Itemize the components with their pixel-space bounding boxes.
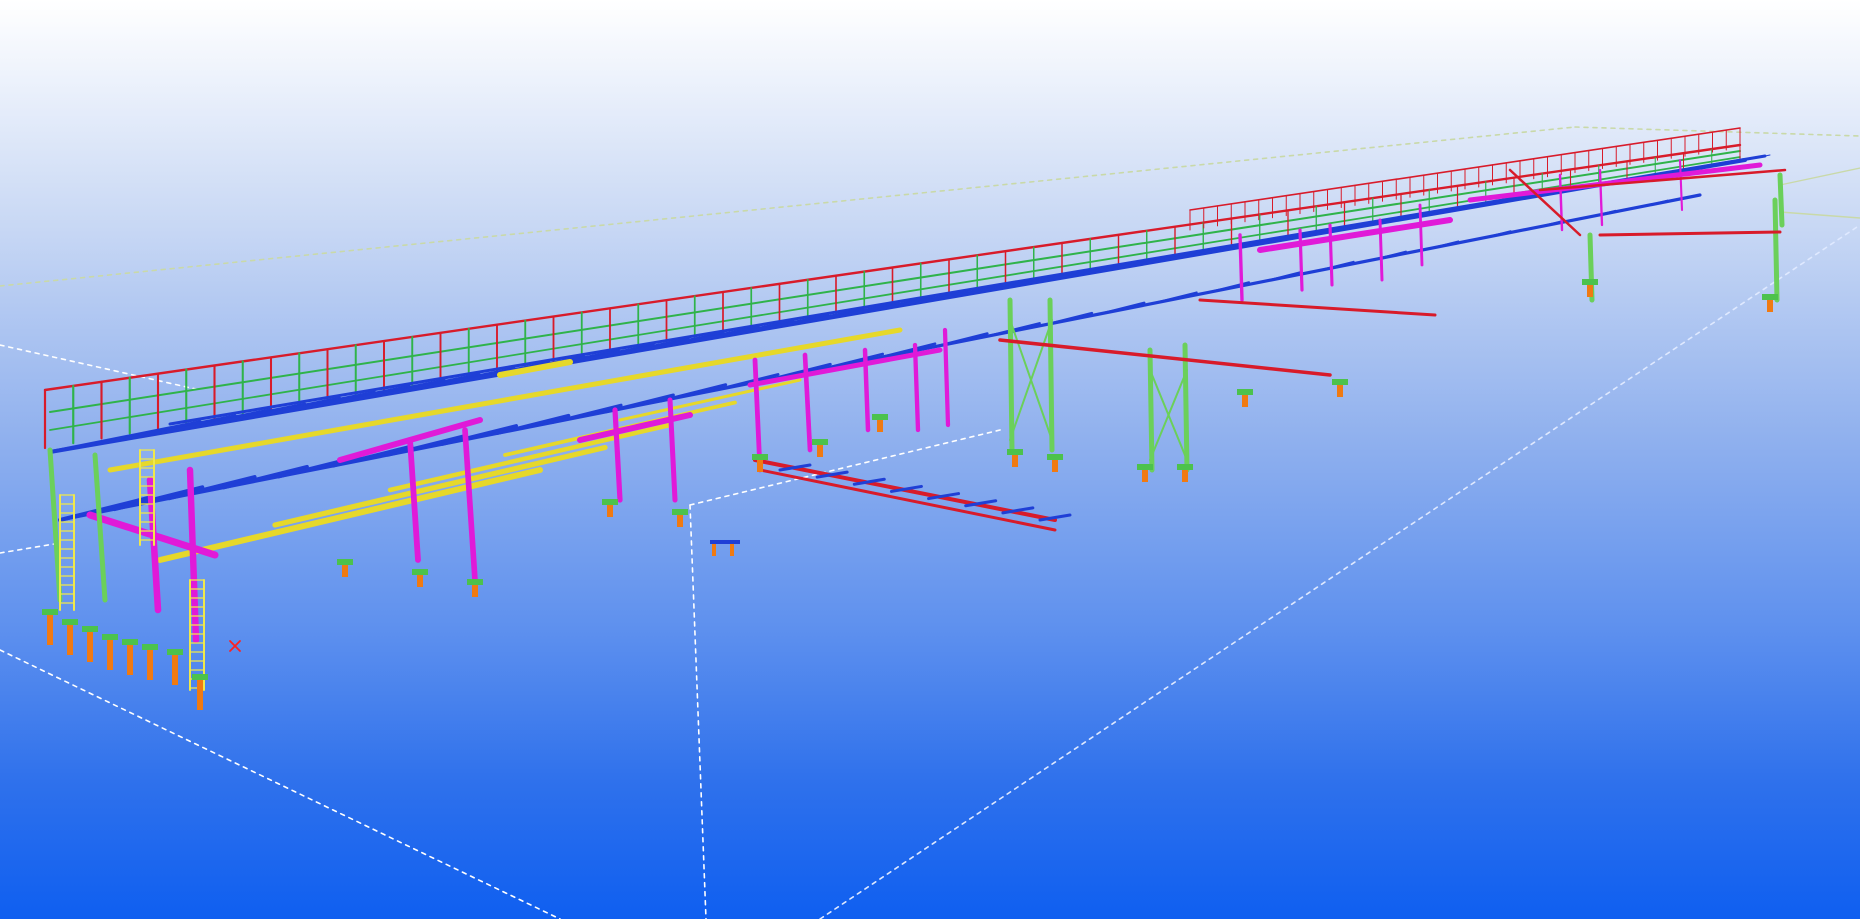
bbox-edge <box>819 224 1860 919</box>
footing-pier <box>1767 300 1773 312</box>
branch-rack <box>1198 298 1437 317</box>
base-plate <box>1177 464 1193 470</box>
column-magenta <box>1298 228 1304 292</box>
column-magenta <box>462 427 478 583</box>
footing-pier <box>757 460 763 472</box>
lower-cross-beam <box>933 332 989 348</box>
lower-cross-beam <box>1261 271 1303 283</box>
base-plate <box>1582 279 1598 285</box>
footing-pier <box>197 680 203 710</box>
lower-cross-beam <box>495 413 571 435</box>
column-magenta <box>1328 223 1334 287</box>
base-plate <box>122 639 138 645</box>
base-plate <box>602 499 618 505</box>
branch-rack <box>1598 230 1782 237</box>
base-plate <box>82 626 98 632</box>
steel-structure[interactable] <box>42 127 1787 710</box>
lower-cross-beam <box>1152 291 1198 305</box>
base-plate <box>412 569 428 575</box>
column-green <box>1772 197 1780 303</box>
column-magenta <box>1678 158 1684 212</box>
footing-pier <box>127 645 133 675</box>
railing-mid <box>49 150 1741 413</box>
footing-pier <box>1012 455 1018 467</box>
column-green <box>1182 342 1190 473</box>
beam-yellow <box>618 378 802 422</box>
footing-pier <box>172 655 178 685</box>
footing-pier <box>730 544 734 556</box>
footing-pier <box>67 625 73 655</box>
footing-pier <box>147 650 153 680</box>
footing-pier <box>817 445 823 457</box>
frame-magenta <box>747 347 943 388</box>
base-plate <box>1137 464 1153 470</box>
column-magenta <box>407 437 421 563</box>
bbox-edge <box>1779 167 1860 186</box>
base-plate <box>167 649 183 655</box>
origin-marker <box>229 640 241 652</box>
footing-pier <box>342 565 348 577</box>
lower-cross-beam <box>550 403 623 425</box>
base-plate <box>62 619 78 625</box>
column-green <box>1147 347 1155 473</box>
base-plate <box>1237 389 1253 395</box>
base-plate <box>337 559 353 565</box>
column-green <box>1777 172 1785 228</box>
footing-pier <box>712 544 716 556</box>
column-magenta <box>912 342 921 433</box>
footing-pier <box>1142 470 1148 482</box>
footing-pier <box>1337 385 1343 397</box>
3d-model-viewport[interactable] <box>0 0 1860 919</box>
footing-pier <box>1182 470 1188 482</box>
footing-pier <box>1242 395 1248 407</box>
bbox-edge <box>0 542 61 554</box>
isolated-beam <box>710 540 740 544</box>
footing-pier <box>472 585 478 597</box>
bbox-edge <box>0 649 561 919</box>
base-plate <box>1762 294 1778 300</box>
base-plate <box>1007 449 1023 455</box>
footing-pier <box>877 420 883 432</box>
red-x-icon <box>229 640 241 652</box>
column-green <box>92 452 108 603</box>
footing-pier <box>107 640 113 670</box>
column-magenta <box>612 407 623 503</box>
base-plate <box>812 439 828 445</box>
branch-rack <box>758 468 1057 532</box>
footing-pier <box>417 575 423 587</box>
base-plate <box>872 414 888 420</box>
lower-cross-beam <box>1097 301 1146 316</box>
footing-pier <box>1052 460 1058 472</box>
footing-pier <box>677 515 683 527</box>
base-plate <box>1332 379 1348 385</box>
column-magenta <box>942 327 951 428</box>
beam-yellow <box>157 467 543 563</box>
column-green <box>47 447 63 603</box>
column-magenta <box>1418 203 1424 267</box>
column-magenta <box>752 357 763 473</box>
footing-pier <box>47 615 53 645</box>
footing-pier <box>87 632 93 662</box>
bbox-edge <box>689 504 707 919</box>
base-plate <box>672 509 688 515</box>
lower-cross-beam <box>222 464 309 490</box>
pipe-rack-model[interactable] <box>0 0 1860 919</box>
footing-pier <box>1587 285 1593 297</box>
base-plate <box>192 674 208 680</box>
bbox-edge <box>1779 211 1860 219</box>
base-plate <box>42 609 58 615</box>
base-plate <box>467 579 483 585</box>
beam-yellow <box>272 444 608 528</box>
base-plate <box>752 454 768 460</box>
base-plate <box>1047 454 1063 460</box>
column-magenta <box>1238 233 1244 302</box>
lower-cross-beam <box>167 475 257 501</box>
base-plate <box>102 634 118 640</box>
base-plate <box>142 644 158 650</box>
footing-pier <box>607 505 613 517</box>
column-magenta <box>1598 168 1604 227</box>
bbox-edge <box>0 126 1576 287</box>
beam-yellow <box>107 327 903 473</box>
